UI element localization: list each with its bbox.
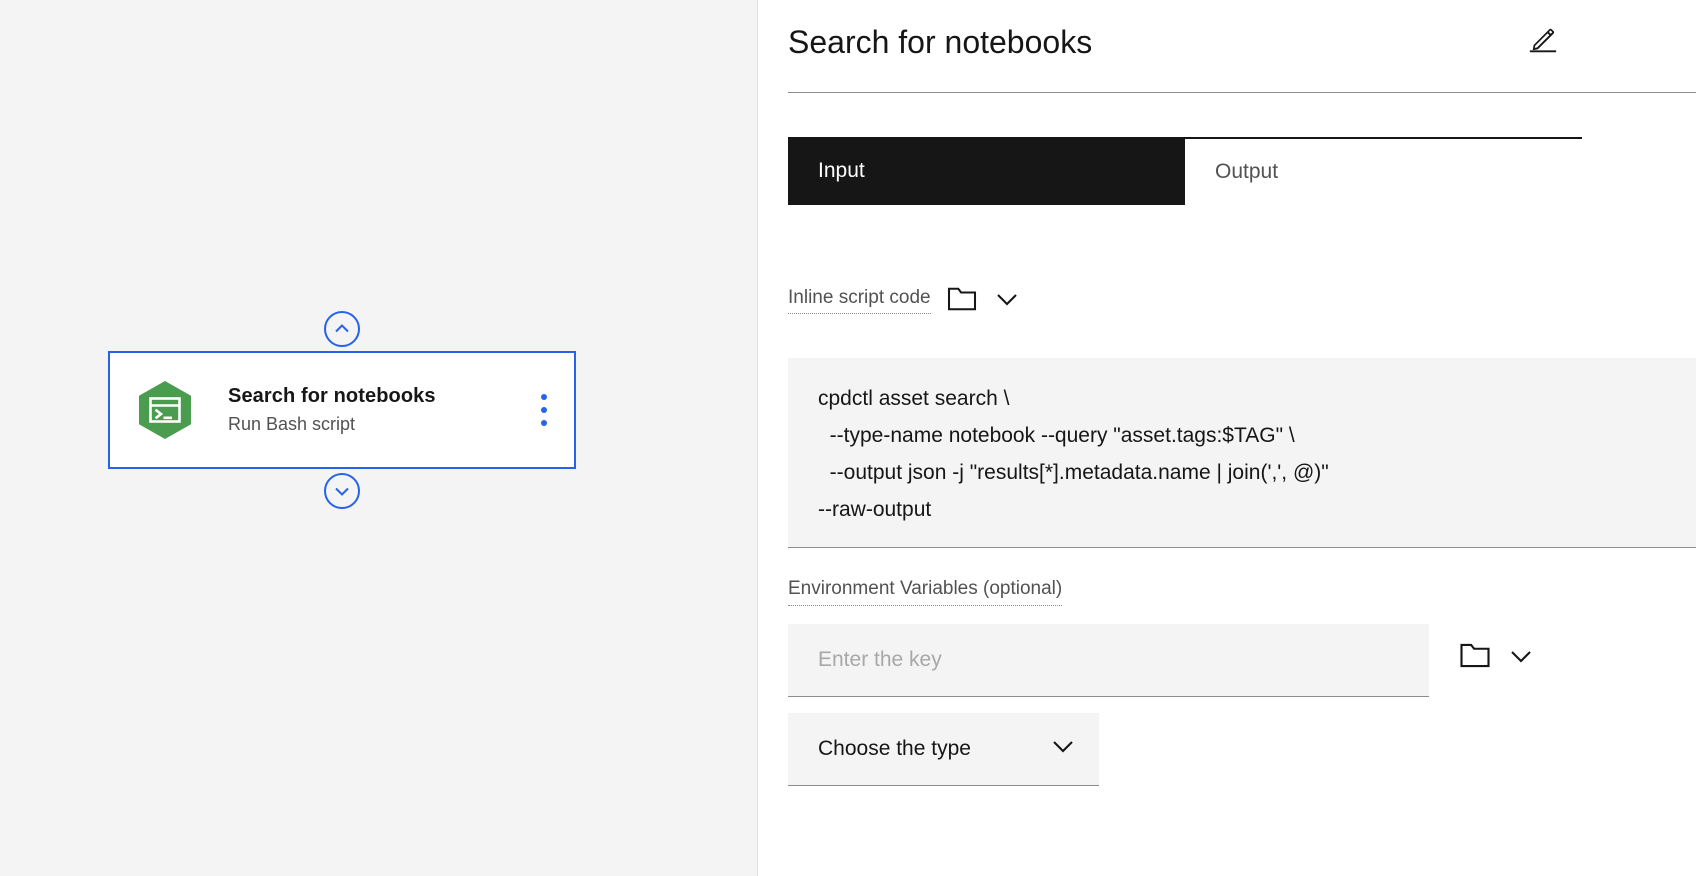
chevron-down-icon bbox=[1507, 646, 1535, 669]
pipeline-canvas[interactable]: Search for notebooks Run Bash script bbox=[0, 0, 758, 876]
header-divider bbox=[788, 92, 1696, 93]
chevron-down-icon bbox=[993, 289, 1021, 312]
pipeline-node-card[interactable]: Search for notebooks Run Bash script bbox=[108, 351, 576, 469]
chevron-down-circle-icon bbox=[332, 481, 352, 501]
node-title: Search for notebooks bbox=[228, 383, 532, 409]
inline-script-code-textarea[interactable]: cpdctl asset search \ --type-name notebo… bbox=[788, 358, 1696, 548]
app-root: Search for notebooks Run Bash script Sea… bbox=[0, 0, 1696, 876]
env-var-key-input[interactable] bbox=[788, 624, 1429, 697]
inline-script-code-label: Inline script code bbox=[788, 287, 931, 315]
chevron-down-icon bbox=[1049, 736, 1077, 762]
env-vars-label-row: Environment Variables (optional) bbox=[788, 578, 1062, 606]
details-panel: Search for notebooks Input Output Inline… bbox=[759, 0, 1696, 876]
script-browse-button[interactable] bbox=[947, 286, 977, 315]
tab-bar: Input Output bbox=[788, 137, 1696, 205]
script-label-row: Inline script code bbox=[788, 286, 1021, 315]
overflow-menu-vertical-icon[interactable] bbox=[532, 390, 556, 430]
edit-pencil-icon bbox=[1528, 26, 1558, 59]
node-text-block: Search for notebooks Run Bash script bbox=[196, 383, 532, 437]
node-top-connector[interactable] bbox=[324, 311, 360, 347]
node-bottom-connector[interactable] bbox=[324, 473, 360, 509]
environment-variables-label: Environment Variables (optional) bbox=[788, 578, 1062, 606]
tab-input[interactable]: Input bbox=[788, 137, 1185, 205]
script-browse-chevron-button[interactable] bbox=[993, 289, 1021, 312]
node-subtitle: Run Bash script bbox=[228, 411, 532, 437]
chevron-up-circle-icon bbox=[332, 319, 352, 339]
page-title: Search for notebooks bbox=[788, 20, 1092, 64]
env-var-browse-chevron-button[interactable] bbox=[1507, 646, 1535, 669]
tab-output[interactable]: Output bbox=[1185, 137, 1582, 205]
env-var-browse-button[interactable] bbox=[1459, 642, 1491, 672]
pipeline-node-group: Search for notebooks Run Bash script bbox=[108, 311, 576, 509]
env-var-type-select-label: Choose the type bbox=[818, 737, 971, 761]
env-var-type-select[interactable]: Choose the type bbox=[788, 713, 1099, 786]
folder-icon bbox=[1459, 642, 1491, 672]
env-var-key-actions bbox=[1459, 642, 1535, 672]
terminal-hexagon-icon bbox=[134, 379, 196, 441]
folder-icon bbox=[947, 286, 977, 315]
edit-title-button[interactable] bbox=[1523, 22, 1563, 62]
